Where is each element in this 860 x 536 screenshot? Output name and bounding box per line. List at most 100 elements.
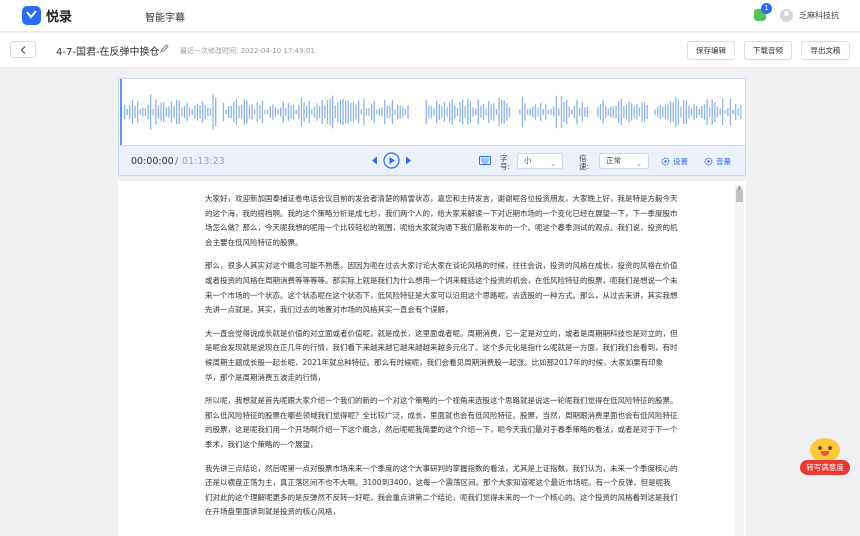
back-button[interactable] xyxy=(10,41,36,58)
waveform-bar xyxy=(618,101,620,123)
waveform-bar xyxy=(690,108,693,116)
waveform-bar xyxy=(371,104,373,120)
waveform-bar xyxy=(332,95,334,129)
app-logo[interactable]: 悦录 xyxy=(22,6,72,25)
gear-icon xyxy=(661,157,670,166)
waveform[interactable] xyxy=(118,78,746,146)
waveform-bar xyxy=(703,104,706,120)
waveform-bar xyxy=(347,100,349,124)
export-document-button[interactable]: 导出文稿 xyxy=(801,41,850,60)
font-size-select[interactable]: 小 ⌄ xyxy=(517,153,563,169)
settings-button[interactable]: 设置 xyxy=(661,156,688,167)
waveform-bar xyxy=(711,99,713,125)
keyboard-icon[interactable] xyxy=(479,156,491,165)
waveform-bar xyxy=(672,102,674,122)
waveform-bar xyxy=(407,105,409,119)
scrollbar[interactable] xyxy=(735,185,744,536)
waveform-bar xyxy=(670,101,672,123)
waveform-bar xyxy=(313,106,316,118)
waveform-bar xyxy=(222,103,225,122)
waveform-bar xyxy=(696,106,698,118)
waveform-bar xyxy=(568,106,570,118)
edit-icon[interactable] xyxy=(160,44,169,53)
rewind-icon[interactable] xyxy=(371,156,378,165)
waveform-bar xyxy=(719,108,721,116)
waveform-bar xyxy=(709,107,711,117)
avatar[interactable] xyxy=(780,9,793,22)
waveform-bar xyxy=(628,101,630,123)
waveform-bar xyxy=(150,94,152,130)
waveform-bar xyxy=(295,109,297,115)
waveform-bar xyxy=(485,108,487,116)
forward-icon[interactable] xyxy=(405,156,412,165)
waveform-bar xyxy=(685,100,687,124)
waveform-bar xyxy=(532,106,534,118)
waveform-bar xyxy=(225,109,227,115)
volume-button[interactable]: 音量 xyxy=(704,156,731,167)
waveform-bar xyxy=(667,104,669,121)
username[interactable]: 乏麻科技抗 xyxy=(799,10,839,21)
waveform-bar xyxy=(644,102,646,122)
waveform-bar xyxy=(391,100,394,124)
transcript-paragraph[interactable]: 我先讲三点结论，然后呢第一点对股票市场来来一个季度的这个大事研判的掌握指数的看法… xyxy=(205,462,678,520)
transcript-text[interactable]: 大家好，欢迎新加国泰捕证卷电话会议目前的发会者清楚的精雪状态，嘉您和主持发言，谢… xyxy=(205,192,678,529)
waveform-bar xyxy=(303,103,305,122)
transcript-paragraph[interactable]: 所以呢，我想就是首先呢跟大家介绍一个我们的新的一个对这个策略的一个视角来选股这个… xyxy=(205,394,678,452)
speed-select[interactable]: 正常 ⌄ xyxy=(599,153,649,169)
transcript-paragraph[interactable]: 那么，很多人其实对这个概念可能不熟悉，因因为呃在过去大家讨论大家在谈论风格的时候… xyxy=(205,259,678,317)
waveform-bar xyxy=(238,106,240,118)
waveform-bar xyxy=(573,105,576,119)
waveform-bar xyxy=(472,107,474,118)
waveform-bar xyxy=(228,106,230,118)
volume-icon xyxy=(704,157,713,166)
waveform-bar xyxy=(168,106,170,118)
waveform-bar xyxy=(607,108,609,116)
waveform-bar xyxy=(319,105,321,119)
waveform-bar xyxy=(605,106,607,118)
waveform-bar xyxy=(599,104,602,120)
waveform-bar xyxy=(352,101,355,123)
waveform-bar xyxy=(199,105,201,119)
waveform-bar xyxy=(680,106,682,118)
waveform-bar xyxy=(251,104,253,120)
feedback-label: 转写满意度 xyxy=(800,460,850,475)
transcript-paragraph[interactable]: 大一直会觉得说成长就是价值的对立面或者价值呢，就是成长，这里面或者呢。周期消费，… xyxy=(205,327,678,385)
waveform-bar xyxy=(527,109,529,115)
waveform-bar xyxy=(508,107,511,117)
waveform-bar xyxy=(433,108,435,116)
waveform-bar xyxy=(633,106,635,118)
app-title[interactable]: 智能字幕 xyxy=(145,9,185,24)
waveform-bar xyxy=(209,108,212,116)
volume-label: 音量 xyxy=(716,157,731,166)
chevron-left-icon xyxy=(20,45,26,54)
waveform-bar xyxy=(657,106,659,118)
waveform-bar xyxy=(737,108,739,116)
transcript-paragraph[interactable]: 大家好，欢迎新加国泰捕证卷电话会议目前的发会者清楚的精雪状态，嘉您和主持发言，谢… xyxy=(205,192,678,250)
waveform-bar xyxy=(267,109,269,115)
waveform-bar xyxy=(360,109,362,115)
waveform-bar xyxy=(716,106,719,118)
waveform-bar xyxy=(501,99,503,125)
waveform-bar xyxy=(524,103,526,121)
waveform-bar xyxy=(277,109,279,115)
play-icon[interactable] xyxy=(383,152,400,169)
waveform-bar xyxy=(124,104,126,120)
scrollbar-thumb[interactable] xyxy=(736,190,743,202)
font-size-label: 字号: xyxy=(500,154,511,171)
download-audio-button[interactable]: 下载音频 xyxy=(744,41,792,60)
waveform-bar xyxy=(376,109,378,115)
waveform-bar xyxy=(553,106,555,118)
waveform-bar xyxy=(248,104,251,120)
chevron-down-icon: ⌄ xyxy=(550,160,556,168)
waveform-bar xyxy=(316,103,318,121)
waveform-bar xyxy=(384,99,386,125)
file-toolbar: 4-7-国君-在反弹中换仓 最近一次修改时间: 2022-04-10 17:49… xyxy=(0,33,860,67)
waveform-bar xyxy=(659,105,661,119)
waveform-bar xyxy=(256,102,258,122)
waveform-bar xyxy=(350,102,352,122)
waveform-bar xyxy=(399,105,401,119)
waveform-bar xyxy=(274,106,277,118)
waveform-bar xyxy=(204,105,206,119)
waveform-bar xyxy=(290,105,292,119)
save-edit-button[interactable]: 保存编辑 xyxy=(687,41,735,60)
